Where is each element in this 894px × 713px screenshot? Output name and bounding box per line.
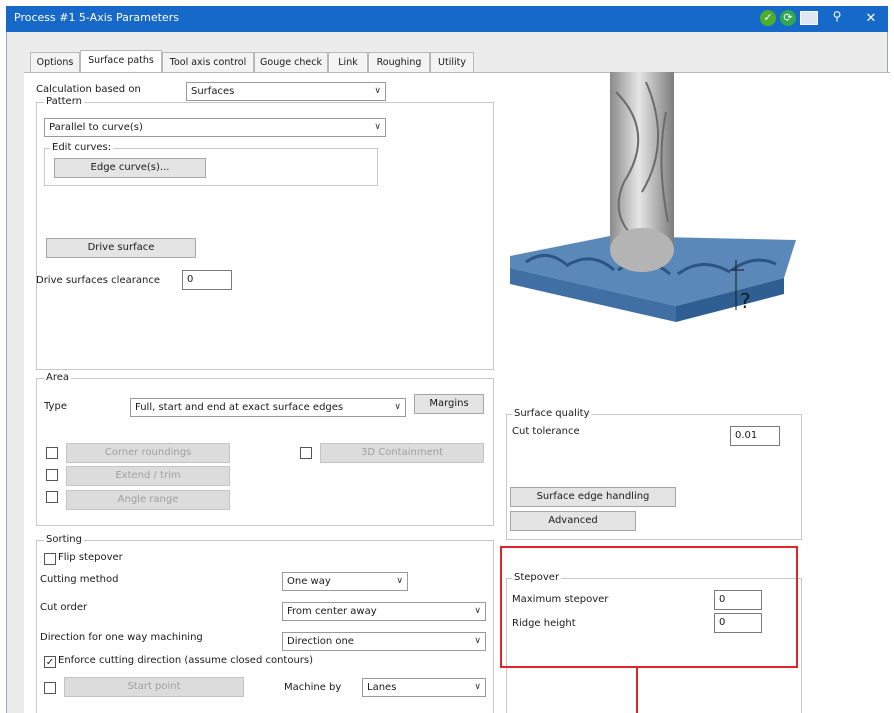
area-type-select[interactable]: Full, start and end at exact surface edg… xyxy=(130,398,406,417)
cut-tolerance-label: Cut tolerance xyxy=(512,426,580,437)
tab-utility[interactable]: Utility xyxy=(430,52,474,72)
tab-tool-axis-control[interactable]: Tool axis control xyxy=(162,52,254,72)
machine-by-value: Lanes xyxy=(367,682,397,693)
edit-curves-legend: Edit curves: xyxy=(50,142,114,153)
tool-tip xyxy=(610,228,674,272)
machine-by-select[interactable]: Lanes ∨ xyxy=(362,678,486,697)
ok-check-icon[interactable]: ✓ xyxy=(760,10,776,26)
cutting-method-select[interactable]: One way ∨ xyxy=(282,572,408,591)
margins-button[interactable]: Margins xyxy=(414,394,484,414)
ridge-question-mark: ? xyxy=(740,289,751,313)
angle-range-checkbox[interactable] xyxy=(46,491,58,503)
chevron-down-icon: ∨ xyxy=(374,86,381,96)
chevron-down-icon: ∨ xyxy=(474,636,481,646)
containment-button[interactable]: 3D Containment xyxy=(320,443,484,463)
chevron-down-icon: ∨ xyxy=(474,606,481,616)
pin-icon[interactable]: ⚲ xyxy=(830,8,844,24)
chevron-down-icon: ∨ xyxy=(396,576,403,586)
flip-stepover-label: Flip stepover xyxy=(58,552,123,563)
enforce-direction-label: Enforce cutting direction (assume closed… xyxy=(58,655,314,666)
tool-shank xyxy=(610,72,674,248)
cut-order-select[interactable]: From center away ∨ xyxy=(282,602,486,621)
chevron-down-icon: ∨ xyxy=(394,402,401,412)
stepover-highlight-box xyxy=(500,546,798,668)
tab-surface-paths[interactable]: Surface paths xyxy=(80,50,162,72)
drive-clearance-field[interactable]: 0 xyxy=(182,270,232,290)
cut-order-value: From center away xyxy=(287,606,377,617)
highlight-connector-line xyxy=(636,668,638,713)
corner-roundings-button[interactable]: Corner roundings xyxy=(66,443,230,463)
direction-select[interactable]: Direction one ∨ xyxy=(282,632,486,651)
tab-link[interactable]: Link xyxy=(328,52,368,72)
extend-trim-checkbox[interactable] xyxy=(46,469,58,481)
tab-gouge-check[interactable]: Gouge check xyxy=(254,52,328,72)
containment-checkbox[interactable] xyxy=(300,447,312,459)
calc-label: Calculation based on xyxy=(36,84,141,95)
surface-quality-legend: Surface quality xyxy=(512,408,592,419)
area-type-value: Full, start and end at exact surface edg… xyxy=(135,402,344,413)
start-point-checkbox[interactable] xyxy=(44,682,56,694)
copy-window-icon[interactable] xyxy=(800,11,818,25)
cut-order-label: Cut order xyxy=(40,602,88,613)
pattern-legend: Pattern xyxy=(44,96,84,107)
start-point-button[interactable]: Start point xyxy=(64,677,244,697)
tool-preview-image: ? xyxy=(510,72,796,322)
chevron-down-icon: ∨ xyxy=(474,682,481,692)
machine-by-label: Machine by xyxy=(284,682,342,693)
cutting-method-label: Cutting method xyxy=(40,574,119,585)
advanced-button[interactable]: Advanced xyxy=(510,511,636,531)
area-legend: Area xyxy=(44,372,72,383)
angle-range-button[interactable]: Angle range xyxy=(66,490,230,510)
tab-options[interactable]: Options xyxy=(30,52,80,72)
direction-label: Direction for one way machining xyxy=(40,632,203,643)
flip-stepover-checkbox[interactable] xyxy=(44,553,56,565)
tab-roughing[interactable]: Roughing xyxy=(368,52,430,72)
drive-surface-button[interactable]: Drive surface xyxy=(46,238,196,258)
area-type-label: Type xyxy=(44,401,67,412)
sorting-legend: Sorting xyxy=(44,534,84,545)
drive-clearance-label: Drive surfaces clearance xyxy=(36,275,160,286)
cut-tolerance-field[interactable]: 0.01 xyxy=(730,426,780,446)
corner-roundings-checkbox[interactable] xyxy=(46,447,58,459)
window-title: Process #1 5-Axis Parameters xyxy=(14,11,179,24)
refresh-icon[interactable]: ⟳ xyxy=(780,10,796,26)
surface-edge-handling-button[interactable]: Surface edge handling xyxy=(510,487,676,507)
calc-select[interactable]: Surfaces ∨ xyxy=(186,82,386,101)
pattern-value: Parallel to curve(s) xyxy=(49,122,143,133)
extend-trim-button[interactable]: Extend / trim xyxy=(66,466,230,486)
close-icon[interactable]: ✕ xyxy=(862,11,880,27)
enforce-direction-checkbox[interactable]: ✓ xyxy=(44,656,56,668)
pattern-select[interactable]: Parallel to curve(s) ∨ xyxy=(44,118,386,137)
cutting-method-value: One way xyxy=(287,576,331,587)
edge-curves-button[interactable]: Edge curve(s)... xyxy=(54,158,206,178)
direction-value: Direction one xyxy=(287,636,354,647)
chevron-down-icon: ∨ xyxy=(374,122,381,132)
calc-value: Surfaces xyxy=(191,86,235,97)
